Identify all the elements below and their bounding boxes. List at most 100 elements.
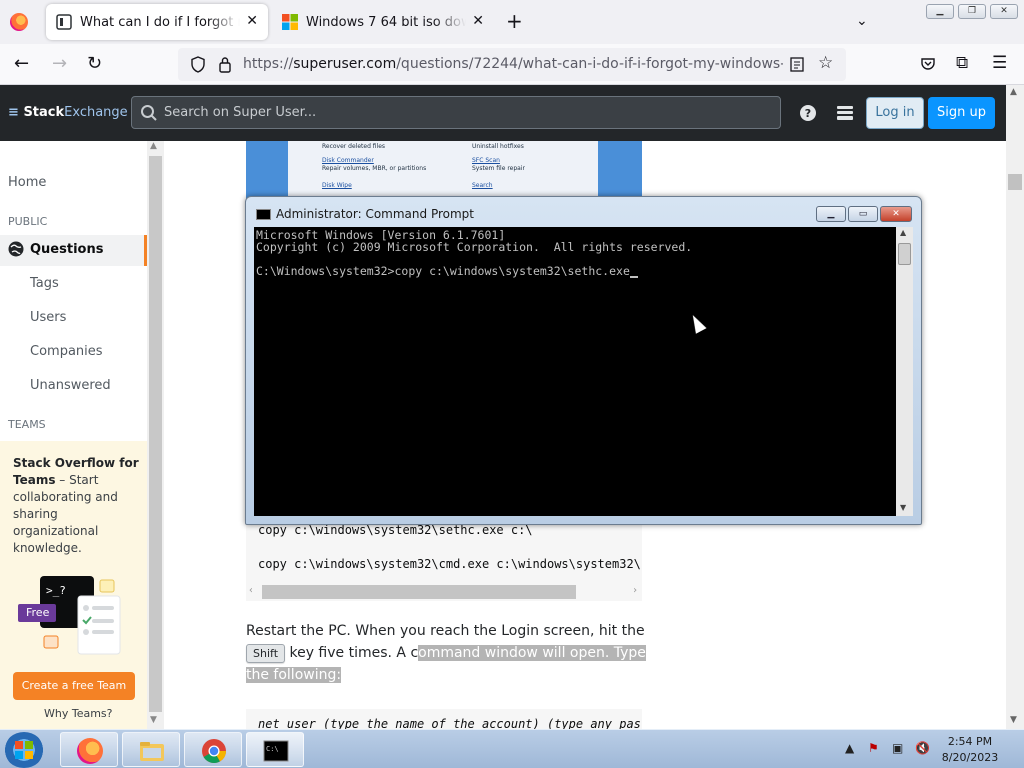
system-clock[interactable]: 2:54 PM 8/20/2023 <box>940 734 1000 766</box>
tab-superuser[interactable]: What can I do if I forgot my Windows pas… <box>46 4 268 40</box>
sidebar-item-unanswered[interactable]: Unanswered <box>30 378 111 393</box>
sidebar-heading-teams: TEAMS <box>8 418 46 431</box>
sidebar-item-tags[interactable]: Tags <box>30 276 59 291</box>
screenshot-text: Uninstall hotfixes <box>472 143 524 150</box>
pocket-icon[interactable] <box>920 56 936 72</box>
firefox-icon[interactable] <box>10 13 28 31</box>
help-icon[interactable]: ? <box>799 104 817 122</box>
hamburger-menu-icon[interactable]: ☰ <box>992 53 1007 73</box>
url-path: /questions/72244/what-can-i-do-if-i-forg… <box>396 56 783 72</box>
site-switcher-icon[interactable] <box>836 104 854 122</box>
windows-taskbar: C:\ ▲ ⚑ ▣ 🔇 2:54 PM 8/20/2023 <box>0 729 1024 768</box>
scroll-down-icon[interactable]: ▼ <box>150 715 157 725</box>
lock-icon[interactable] <box>218 56 232 73</box>
clock-date: 8/20/2023 <box>941 751 999 764</box>
console-line: Copyright (c) 2009 Microsoft Corporation… <box>256 240 693 254</box>
sidebar-item-companies[interactable]: Companies <box>30 344 103 359</box>
tracking-shield-icon[interactable] <box>190 56 206 73</box>
bookmark-star-icon[interactable]: ☆ <box>818 53 833 73</box>
why-teams-link[interactable]: Why Teams? <box>44 707 113 720</box>
screenshot-text: Repair volumes, MBR, or partitions <box>322 165 427 172</box>
free-badge: Free <box>26 606 50 619</box>
scroll-down-icon[interactable]: ▼ <box>1010 715 1017 725</box>
code-line: net user (type the name of the account) … <box>258 717 641 729</box>
taskbar-firefox[interactable] <box>60 732 118 767</box>
list-tabs-chevron-icon[interactable]: ⌄ <box>856 13 868 29</box>
scroll-up-icon[interactable]: ▲ <box>150 141 157 151</box>
sidebar-scroll-thumb[interactable] <box>149 156 162 712</box>
show-hidden-icons-icon[interactable]: ▲ <box>845 741 854 755</box>
folder-icon <box>140 742 164 761</box>
reader-view-icon[interactable] <box>790 57 804 72</box>
close-window-button[interactable]: ✕ <box>990 4 1018 19</box>
scroll-down-icon[interactable]: ▼ <box>900 503 906 512</box>
screenshot-text: Recover deleted files <box>322 143 386 150</box>
screenshot-text: Disk Commander <box>322 157 374 164</box>
cmd-scroll-thumb[interactable] <box>898 243 911 265</box>
volume-muted-icon[interactable]: 🔇 <box>915 741 930 755</box>
restore-window-button[interactable]: ❐ <box>958 4 986 19</box>
new-tab-plus-icon[interactable]: + <box>506 11 523 31</box>
text-cursor <box>629 276 638 278</box>
screenshot-text: Disk Wipe <box>322 182 352 189</box>
command-prompt-window[interactable]: Administrator: Command Prompt ▁ ▭ ✕ Micr… <box>245 196 922 525</box>
sidebar-item-users[interactable]: Users <box>30 310 66 325</box>
create-free-team-button[interactable]: Create a free Team <box>13 672 135 700</box>
page-scrollbar[interactable]: ▲ ▼ <box>1006 85 1024 729</box>
logo-accent-text: Exchange <box>64 105 128 120</box>
firefox-icon <box>77 738 103 764</box>
sidebar-heading-public: PUBLIC <box>8 215 48 228</box>
url-bar[interactable]: https://superuser.com/questions/72244/wh… <box>178 48 846 81</box>
scroll-left-icon[interactable]: ‹ <box>248 585 254 596</box>
cmd-minimize-button[interactable]: ▁ <box>816 206 846 222</box>
taskbar-cmd[interactable]: C:\ <box>246 732 304 767</box>
taskbar-explorer[interactable] <box>122 732 180 767</box>
code-scroll-thumb[interactable] <box>262 585 576 599</box>
stackexchange-logo-icon: ≡ <box>8 105 19 120</box>
url-text[interactable]: https://superuser.com/questions/72244/wh… <box>243 56 783 72</box>
cmd-scrollbar[interactable]: ▲ ▼ <box>896 227 913 516</box>
tab-title: What can I do if I forgot my Windows pas… <box>80 14 240 30</box>
sidebar-scrollbar[interactable]: ▲ ▼ <box>147 141 164 729</box>
url-prefix: https:// <box>243 56 294 72</box>
signup-button[interactable]: Sign up <box>928 97 995 129</box>
back-arrow-icon[interactable]: ← <box>14 54 29 74</box>
sidebar-item-questions[interactable]: Questions <box>30 242 103 257</box>
cmd-close-button[interactable]: ✕ <box>880 206 912 222</box>
extensions-puzzle-icon[interactable]: ⧉ <box>956 53 968 73</box>
login-button[interactable]: Log in <box>866 97 924 129</box>
scroll-right-icon[interactable]: › <box>632 585 638 596</box>
scroll-up-icon[interactable]: ▲ <box>1010 87 1017 97</box>
close-tab-icon[interactable]: ✕ <box>246 13 258 29</box>
close-tab-icon[interactable]: ✕ <box>472 13 484 29</box>
forward-arrow-icon[interactable]: → <box>52 54 67 74</box>
action-center-flag-icon[interactable]: ⚑ <box>868 741 879 755</box>
cmd-maximize-button[interactable]: ▭ <box>848 206 878 222</box>
cmd-window-title: Administrator: Command Prompt <box>276 207 474 221</box>
answer-paragraph: Restart the PC. When you reach the Login… <box>246 620 646 686</box>
code-horizontal-scrollbar[interactable] <box>262 583 642 601</box>
page-scroll-thumb[interactable] <box>1008 174 1022 190</box>
cmd-window-icon <box>256 209 271 220</box>
search-placeholder: Search on Super User... <box>164 105 317 120</box>
svg-text:?: ? <box>805 107 811 120</box>
tab-title: Windows 7 64 bit iso download <box>306 14 466 30</box>
svg-text:>_?: >_? <box>46 584 66 597</box>
search-icon <box>141 105 157 121</box>
reload-icon[interactable]: ↻ <box>87 54 102 74</box>
sidebar-item-home[interactable]: Home <box>8 175 46 190</box>
scroll-up-icon[interactable]: ▲ <box>900 228 906 237</box>
stackexchange-logo[interactable]: ≡ StackExchange <box>8 105 128 120</box>
minimize-window-button[interactable]: ▁ <box>926 4 954 19</box>
left-sidebar: Home PUBLIC Questions Tags Users Compani… <box>0 141 164 729</box>
microsoft-favicon-icon <box>282 14 298 30</box>
tab-windows7-download[interactable]: Windows 7 64 bit iso download ✕ <box>272 4 494 40</box>
teams-promo: Stack Overflow for Teams – Start collabo… <box>0 441 147 729</box>
code-block: net user (type the name of the account) … <box>246 709 642 729</box>
taskbar-chrome[interactable] <box>184 732 242 767</box>
site-search-input[interactable]: Search on Super User... <box>131 96 781 129</box>
network-icon[interactable]: ▣ <box>892 741 903 755</box>
start-button[interactable] <box>4 732 44 768</box>
clock-time: 2:54 PM <box>947 735 993 748</box>
cmd-console[interactable]: Microsoft Windows [Version 6.1.7601] Cop… <box>254 227 896 516</box>
